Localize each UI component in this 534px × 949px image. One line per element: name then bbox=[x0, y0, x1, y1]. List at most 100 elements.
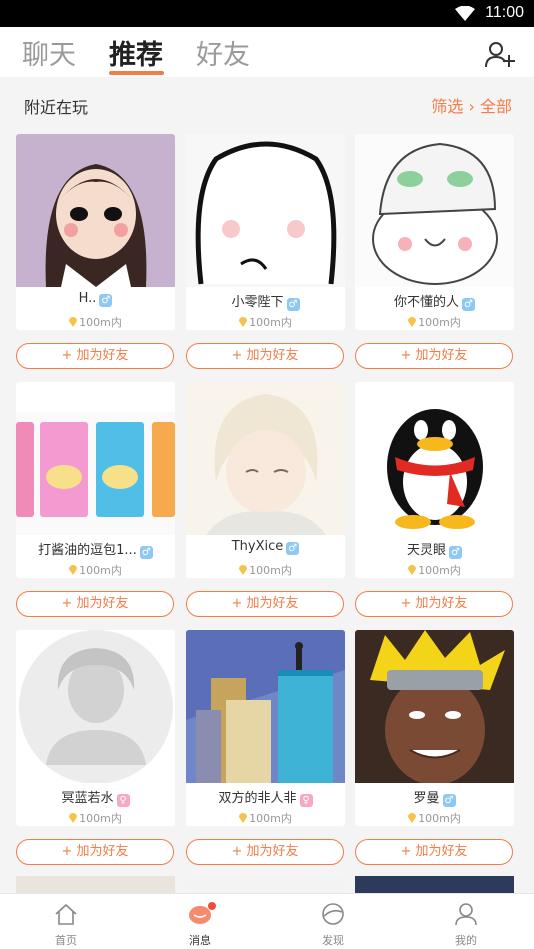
user-distance: 100m内 bbox=[79, 564, 122, 577]
location-pin-icon bbox=[239, 565, 248, 575]
active-tab-indicator bbox=[109, 71, 164, 75]
add-friend-icon[interactable] bbox=[484, 40, 516, 70]
nearby-section-header: 附近在玩 筛选 › 全部 bbox=[0, 80, 534, 128]
male-icon: ♂ bbox=[286, 298, 300, 311]
user-distance-row: 100m内 bbox=[186, 810, 345, 826]
bottom-navigation: 首页 消息 发现 我的 bbox=[0, 893, 534, 949]
user-distance: 100m内 bbox=[79, 316, 122, 329]
user-distance-row: 100m内 bbox=[355, 314, 514, 330]
user-card[interactable]: 双方的非人非 ♀ 100m内 bbox=[186, 630, 345, 826]
status-bar: 11:00 bbox=[0, 0, 534, 27]
nav-profile-label: 我的 bbox=[455, 934, 477, 947]
user-name: 小零陛下 bbox=[231, 295, 284, 310]
profile-icon bbox=[455, 903, 477, 926]
nav-messages[interactable]: 消息 bbox=[160, 894, 240, 949]
user-distance: 100m内 bbox=[418, 812, 461, 825]
female-icon: ♀ bbox=[299, 794, 313, 807]
add-friend-button[interactable]: + 加为好友 bbox=[355, 343, 513, 369]
add-friend-button[interactable]: + 加为好友 bbox=[16, 591, 174, 617]
user-card[interactable]: 打酱油的逗包1... ♂ 100m内 bbox=[16, 382, 175, 578]
add-friend-button[interactable]: + 加为好友 bbox=[16, 839, 174, 865]
user-card[interactable]: ThyXice ♂ 100m内 bbox=[186, 382, 345, 578]
user-distance: 100m内 bbox=[249, 564, 292, 577]
user-card[interactable]: 你不懂的人 ♂ 100m内 bbox=[355, 134, 514, 330]
user-name-row: 打酱油的逗包1... ♂ bbox=[16, 539, 175, 559]
user-card[interactable]: 小零陛下 ♂ 100m内 bbox=[186, 134, 345, 330]
user-avatar bbox=[16, 382, 175, 535]
user-name: ThyXice bbox=[231, 539, 284, 554]
home-icon bbox=[55, 903, 77, 925]
location-pin-icon bbox=[69, 317, 78, 327]
nav-home[interactable]: 首页 bbox=[26, 894, 106, 949]
user-avatar bbox=[186, 630, 345, 783]
section-title: 附近在玩 bbox=[24, 98, 89, 117]
user-card[interactable]: 天灵眼 ♂ 100m内 bbox=[355, 382, 514, 578]
user-avatar bbox=[16, 630, 175, 783]
nav-profile[interactable]: 我的 bbox=[426, 894, 506, 949]
user-name: 天灵眼 bbox=[406, 543, 446, 558]
user-name-row: H.. ♂ bbox=[16, 291, 175, 307]
add-friend-button[interactable]: + 加为好友 bbox=[355, 591, 513, 617]
add-friend-button[interactable]: + 加为好友 bbox=[186, 343, 344, 369]
user-distance-row: 100m内 bbox=[355, 810, 514, 826]
male-icon: ♂ bbox=[99, 294, 113, 307]
user-avatar bbox=[355, 630, 514, 783]
add-friend-button[interactable]: + 加为好友 bbox=[16, 343, 174, 369]
male-icon: ♂ bbox=[139, 546, 153, 559]
wifi-icon bbox=[455, 6, 475, 21]
user-name-row: 你不懂的人 ♂ bbox=[355, 291, 514, 311]
user-distance: 100m内 bbox=[418, 564, 461, 577]
tab-recommend[interactable]: 推荐 bbox=[109, 33, 163, 72]
add-friend-button[interactable]: + 加为好友 bbox=[355, 839, 513, 865]
location-pin-icon bbox=[69, 565, 78, 575]
user-name-row: 罗曼 ♂ bbox=[355, 787, 514, 807]
user-name-row: 双方的非人非 ♀ bbox=[186, 787, 345, 807]
male-icon: ♂ bbox=[286, 542, 300, 555]
user-avatar bbox=[16, 134, 175, 287]
tab-chat[interactable]: 聊天 bbox=[22, 33, 76, 72]
user-card[interactable]: 冥蓝若水 ♀ 100m内 bbox=[16, 630, 175, 826]
filter-link[interactable]: 筛选 › 全部 bbox=[431, 93, 512, 117]
user-name: 罗曼 bbox=[413, 791, 440, 806]
user-name-row: 小零陛下 ♂ bbox=[186, 291, 345, 311]
location-pin-icon bbox=[69, 813, 78, 823]
user-distance-row: 100m内 bbox=[186, 314, 345, 330]
tab-friends[interactable]: 好友 bbox=[196, 33, 250, 72]
user-name-row: 冥蓝若水 ♀ bbox=[16, 787, 175, 807]
add-friend-button[interactable]: + 加为好友 bbox=[186, 591, 344, 617]
nav-discover[interactable]: 发现 bbox=[293, 894, 373, 949]
add-friend-button[interactable]: + 加为好友 bbox=[186, 839, 344, 865]
location-pin-icon bbox=[239, 813, 248, 823]
female-icon: ♀ bbox=[116, 794, 130, 807]
user-distance-row: 100m内 bbox=[16, 562, 175, 578]
user-avatar bbox=[186, 382, 345, 535]
location-pin-icon bbox=[408, 813, 417, 823]
user-name: H.. bbox=[78, 291, 97, 306]
user-distance-row: 100m内 bbox=[16, 314, 175, 330]
top-tab-bar: 聊天 推荐 好友 bbox=[0, 27, 534, 77]
nav-home-label: 首页 bbox=[55, 934, 77, 947]
user-name: 你不懂的人 bbox=[393, 295, 459, 310]
user-distance: 100m内 bbox=[79, 812, 122, 825]
user-name-row: 天灵眼 ♂ bbox=[355, 539, 514, 559]
unread-badge bbox=[208, 902, 216, 910]
user-distance: 100m内 bbox=[418, 316, 461, 329]
male-icon: ♂ bbox=[449, 546, 462, 559]
user-name: 冥蓝若水 bbox=[61, 791, 114, 806]
user-avatar bbox=[186, 134, 345, 287]
male-icon: ♂ bbox=[462, 298, 475, 311]
user-distance: 100m内 bbox=[249, 812, 292, 825]
user-card[interactable]: 罗曼 ♂ 100m内 bbox=[355, 630, 514, 826]
status-time: 11:00 bbox=[485, 4, 524, 21]
user-avatar bbox=[355, 134, 514, 287]
location-pin-icon bbox=[239, 317, 248, 327]
user-avatar bbox=[355, 382, 514, 535]
male-icon: ♂ bbox=[442, 794, 456, 807]
user-distance-row: 100m内 bbox=[355, 562, 514, 578]
user-distance: 100m内 bbox=[249, 316, 292, 329]
discover-icon bbox=[322, 903, 344, 925]
user-card[interactable]: H.. ♂ 100m内 bbox=[16, 134, 175, 330]
location-pin-icon bbox=[408, 565, 417, 575]
user-distance-row: 100m内 bbox=[16, 810, 175, 826]
user-name: 打酱油的逗包1... bbox=[38, 543, 137, 558]
